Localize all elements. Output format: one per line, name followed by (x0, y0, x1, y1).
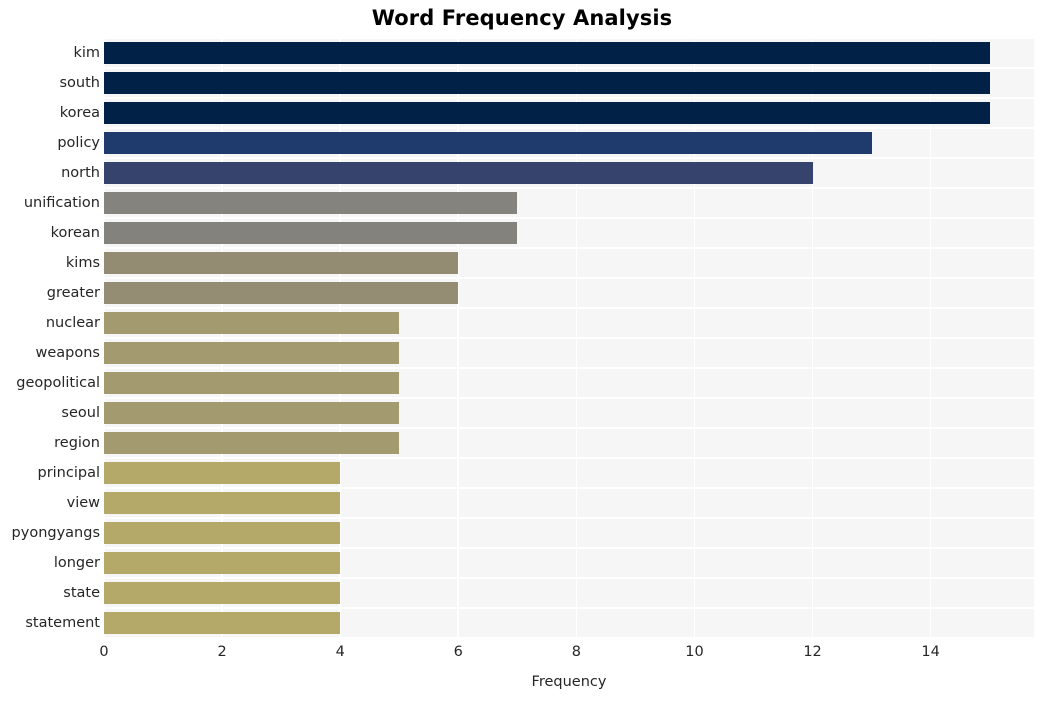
bar (104, 432, 400, 454)
y-axis-tick-label: korea (59, 105, 100, 121)
bar (104, 582, 341, 604)
gridline-horizontal (104, 97, 1034, 99)
gridline-horizontal (104, 277, 1034, 279)
bar (104, 612, 341, 634)
gridline-horizontal (104, 637, 1034, 638)
y-axis-tick-label: weapons (35, 345, 101, 361)
y-axis-tick-label: unification (23, 195, 100, 211)
y-axis-tick-label: north (61, 165, 100, 181)
y-axis-tick-label: statement (25, 615, 100, 631)
gridline-horizontal (104, 247, 1034, 249)
y-axis-tick-label: longer (53, 555, 100, 571)
bar (104, 312, 400, 334)
x-axis-tick-label: 12 (803, 644, 822, 660)
gridline-horizontal (104, 427, 1034, 429)
gridline-horizontal (104, 127, 1034, 129)
y-axis-tick-labels: kim south korea policy north unification korea… (0, 38, 100, 638)
bar (104, 522, 341, 544)
bar (104, 492, 341, 514)
y-axis-tick-label: seoul (61, 405, 100, 421)
gridline-horizontal (104, 38, 1034, 39)
y-axis-tick-label: pyongyangs (11, 525, 100, 541)
x-axis-tick-label: 14 (921, 644, 940, 660)
bar (104, 402, 400, 424)
x-axis-label: Frequency (531, 674, 607, 690)
bar (104, 102, 990, 124)
gridline-horizontal (104, 187, 1034, 189)
gridline-horizontal (104, 607, 1034, 609)
bar (104, 162, 813, 184)
bar (104, 282, 459, 304)
bar (104, 552, 341, 574)
y-axis-tick-label: kim (73, 45, 100, 61)
y-axis-tick-label: nuclear (45, 315, 100, 331)
gridline-horizontal (104, 307, 1034, 309)
x-axis-tick-label: 2 (217, 644, 227, 660)
gridline-horizontal (104, 67, 1034, 69)
plot-area (104, 38, 1034, 638)
gridline-horizontal (104, 547, 1034, 549)
x-axis-tick-label: 6 (453, 644, 463, 660)
y-axis-tick-label: kims (65, 255, 100, 271)
gridline-horizontal (104, 487, 1034, 489)
x-axis-tick-label: 8 (571, 644, 581, 660)
y-axis-tick-label: policy (57, 135, 100, 151)
y-axis-tick-label: view (66, 495, 100, 511)
bar (104, 72, 990, 94)
bar (104, 132, 872, 154)
y-axis-tick-label: region (54, 435, 100, 451)
gridline-horizontal (104, 337, 1034, 339)
y-axis-tick-label: greater (46, 285, 100, 301)
bar (104, 192, 518, 214)
x-axis-tick-label: 0 (99, 644, 109, 660)
gridline-horizontal (104, 457, 1034, 459)
gridline-horizontal (104, 577, 1034, 579)
y-axis-tick-label: geopolitical (16, 375, 100, 391)
y-axis-tick-label: korean (50, 225, 100, 241)
gridline-horizontal (104, 397, 1034, 399)
bar (104, 222, 518, 244)
gridline-horizontal (104, 217, 1034, 219)
gridline-horizontal (104, 367, 1034, 369)
word-frequency-chart: Word Frequency Analysis kim south korea pol… (0, 0, 1044, 701)
chart-title: Word Frequency Analysis (371, 6, 673, 30)
y-axis-tick-label: south (59, 75, 101, 91)
bar (104, 252, 459, 274)
gridline-horizontal (104, 517, 1034, 519)
gridline-horizontal (104, 157, 1034, 159)
x-axis-tick-label: 4 (335, 644, 345, 660)
x-axis-tick-label: 10 (685, 644, 704, 660)
bar (104, 42, 990, 64)
x-axis-tick-labels: 0 2 4 6 8 10 12 14 (99, 644, 1034, 668)
bar (104, 372, 400, 394)
y-axis-tick-label: principal (37, 465, 100, 481)
bar (104, 462, 341, 484)
y-axis-tick-label: state (63, 585, 100, 601)
bar (104, 342, 400, 364)
